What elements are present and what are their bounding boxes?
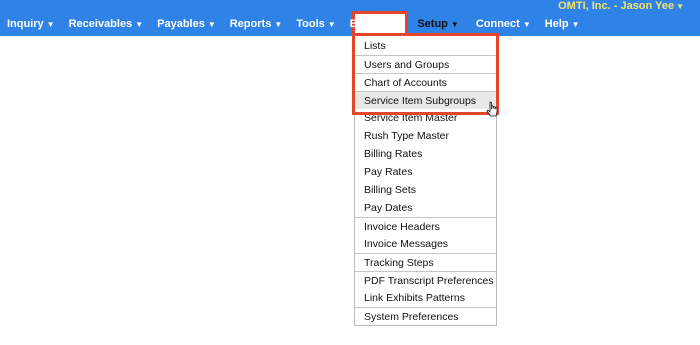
menu-item-service-item-subgroups[interactable]: Service Item Subgroups: [355, 91, 496, 109]
menu-label: Inquiry: [7, 18, 44, 30]
menu-label: Setup: [417, 18, 448, 30]
chevron-down-icon: ▼: [392, 19, 401, 29]
menu-inquiry[interactable]: Inquiry ▼: [0, 12, 62, 36]
chevron-down-icon: ▼: [571, 19, 580, 29]
menu-label: Reports: [229, 18, 272, 30]
menu-item-link-exhibits-patterns[interactable]: Link Exhibits Patterns: [355, 289, 496, 307]
menu-setup[interactable]: Setup ▼: [407, 12, 468, 36]
main-menu: Inquiry ▼ Receivables ▼ Payables ▼ Reports ▼…: [0, 12, 587, 36]
chevron-down-icon: ▼: [327, 19, 336, 29]
menu-item-pay-rates[interactable]: Pay Rates: [355, 163, 496, 181]
menu-item-billing-rates[interactable]: Billing Rates: [355, 145, 496, 163]
menu-item-tracking-steps[interactable]: Tracking Steps: [355, 253, 496, 271]
menu-item-pdf-transcript-preferences[interactable]: PDF Transcript Preferences: [355, 271, 496, 289]
menu-item-chart-of-accounts[interactable]: Chart of Accounts: [355, 73, 496, 91]
chevron-down-icon: ▼: [274, 19, 283, 29]
user-label: OMTI, Inc. - Jason Yee: [558, 0, 675, 12]
menu-label: Entities: [349, 18, 390, 30]
menu-item-invoice-messages[interactable]: Invoice Messages: [355, 235, 496, 253]
chevron-down-icon: ▼: [46, 19, 55, 29]
chevron-down-icon: ▼: [135, 19, 144, 29]
menu-item-service-item-master[interactable]: Service Item Master: [355, 109, 496, 127]
menu-reports[interactable]: Reports ▼: [223, 12, 289, 36]
menu-label: Payables: [157, 18, 205, 30]
menu-label: Receivables: [68, 18, 133, 30]
chevron-down-icon: ▼: [207, 19, 216, 29]
menu-item-lists[interactable]: Lists: [355, 37, 496, 55]
menu-receivables[interactable]: Receivables ▼: [62, 12, 151, 36]
menu-payables[interactable]: Payables ▼: [150, 12, 223, 36]
menu-item-rush-type-master[interactable]: Rush Type Master: [355, 127, 496, 145]
mouse-pointer-icon: [486, 101, 498, 117]
menu-item-invoice-headers[interactable]: Invoice Headers: [355, 217, 496, 235]
top-navbar: OMTI, Inc. - Jason Yee ▼ Inquiry ▼ Receiva…: [0, 0, 700, 36]
menu-item-system-preferences[interactable]: System Preferences: [355, 307, 496, 325]
chevron-down-icon: ▼: [522, 19, 531, 29]
menu-label: Help: [544, 18, 569, 30]
menu-label: Tools: [296, 18, 325, 30]
menu-item-users-and-groups[interactable]: Users and Groups: [355, 55, 496, 73]
menu-connect[interactable]: Connect ▼: [469, 12, 538, 36]
menu-help[interactable]: Help ▼: [538, 12, 587, 36]
chevron-down-icon: ▼: [450, 19, 459, 29]
chevron-down-icon: ▼: [676, 2, 684, 11]
menu-item-pay-dates[interactable]: Pay Dates: [355, 199, 496, 217]
menu-entities[interactable]: Entities ▼: [343, 12, 408, 36]
menu-label: Connect: [475, 18, 520, 30]
menu-tools[interactable]: Tools ▼: [289, 12, 342, 36]
menu-item-billing-sets[interactable]: Billing Sets: [355, 181, 496, 199]
setup-dropdown: Lists Users and Groups Chart of Accounts…: [354, 36, 497, 326]
